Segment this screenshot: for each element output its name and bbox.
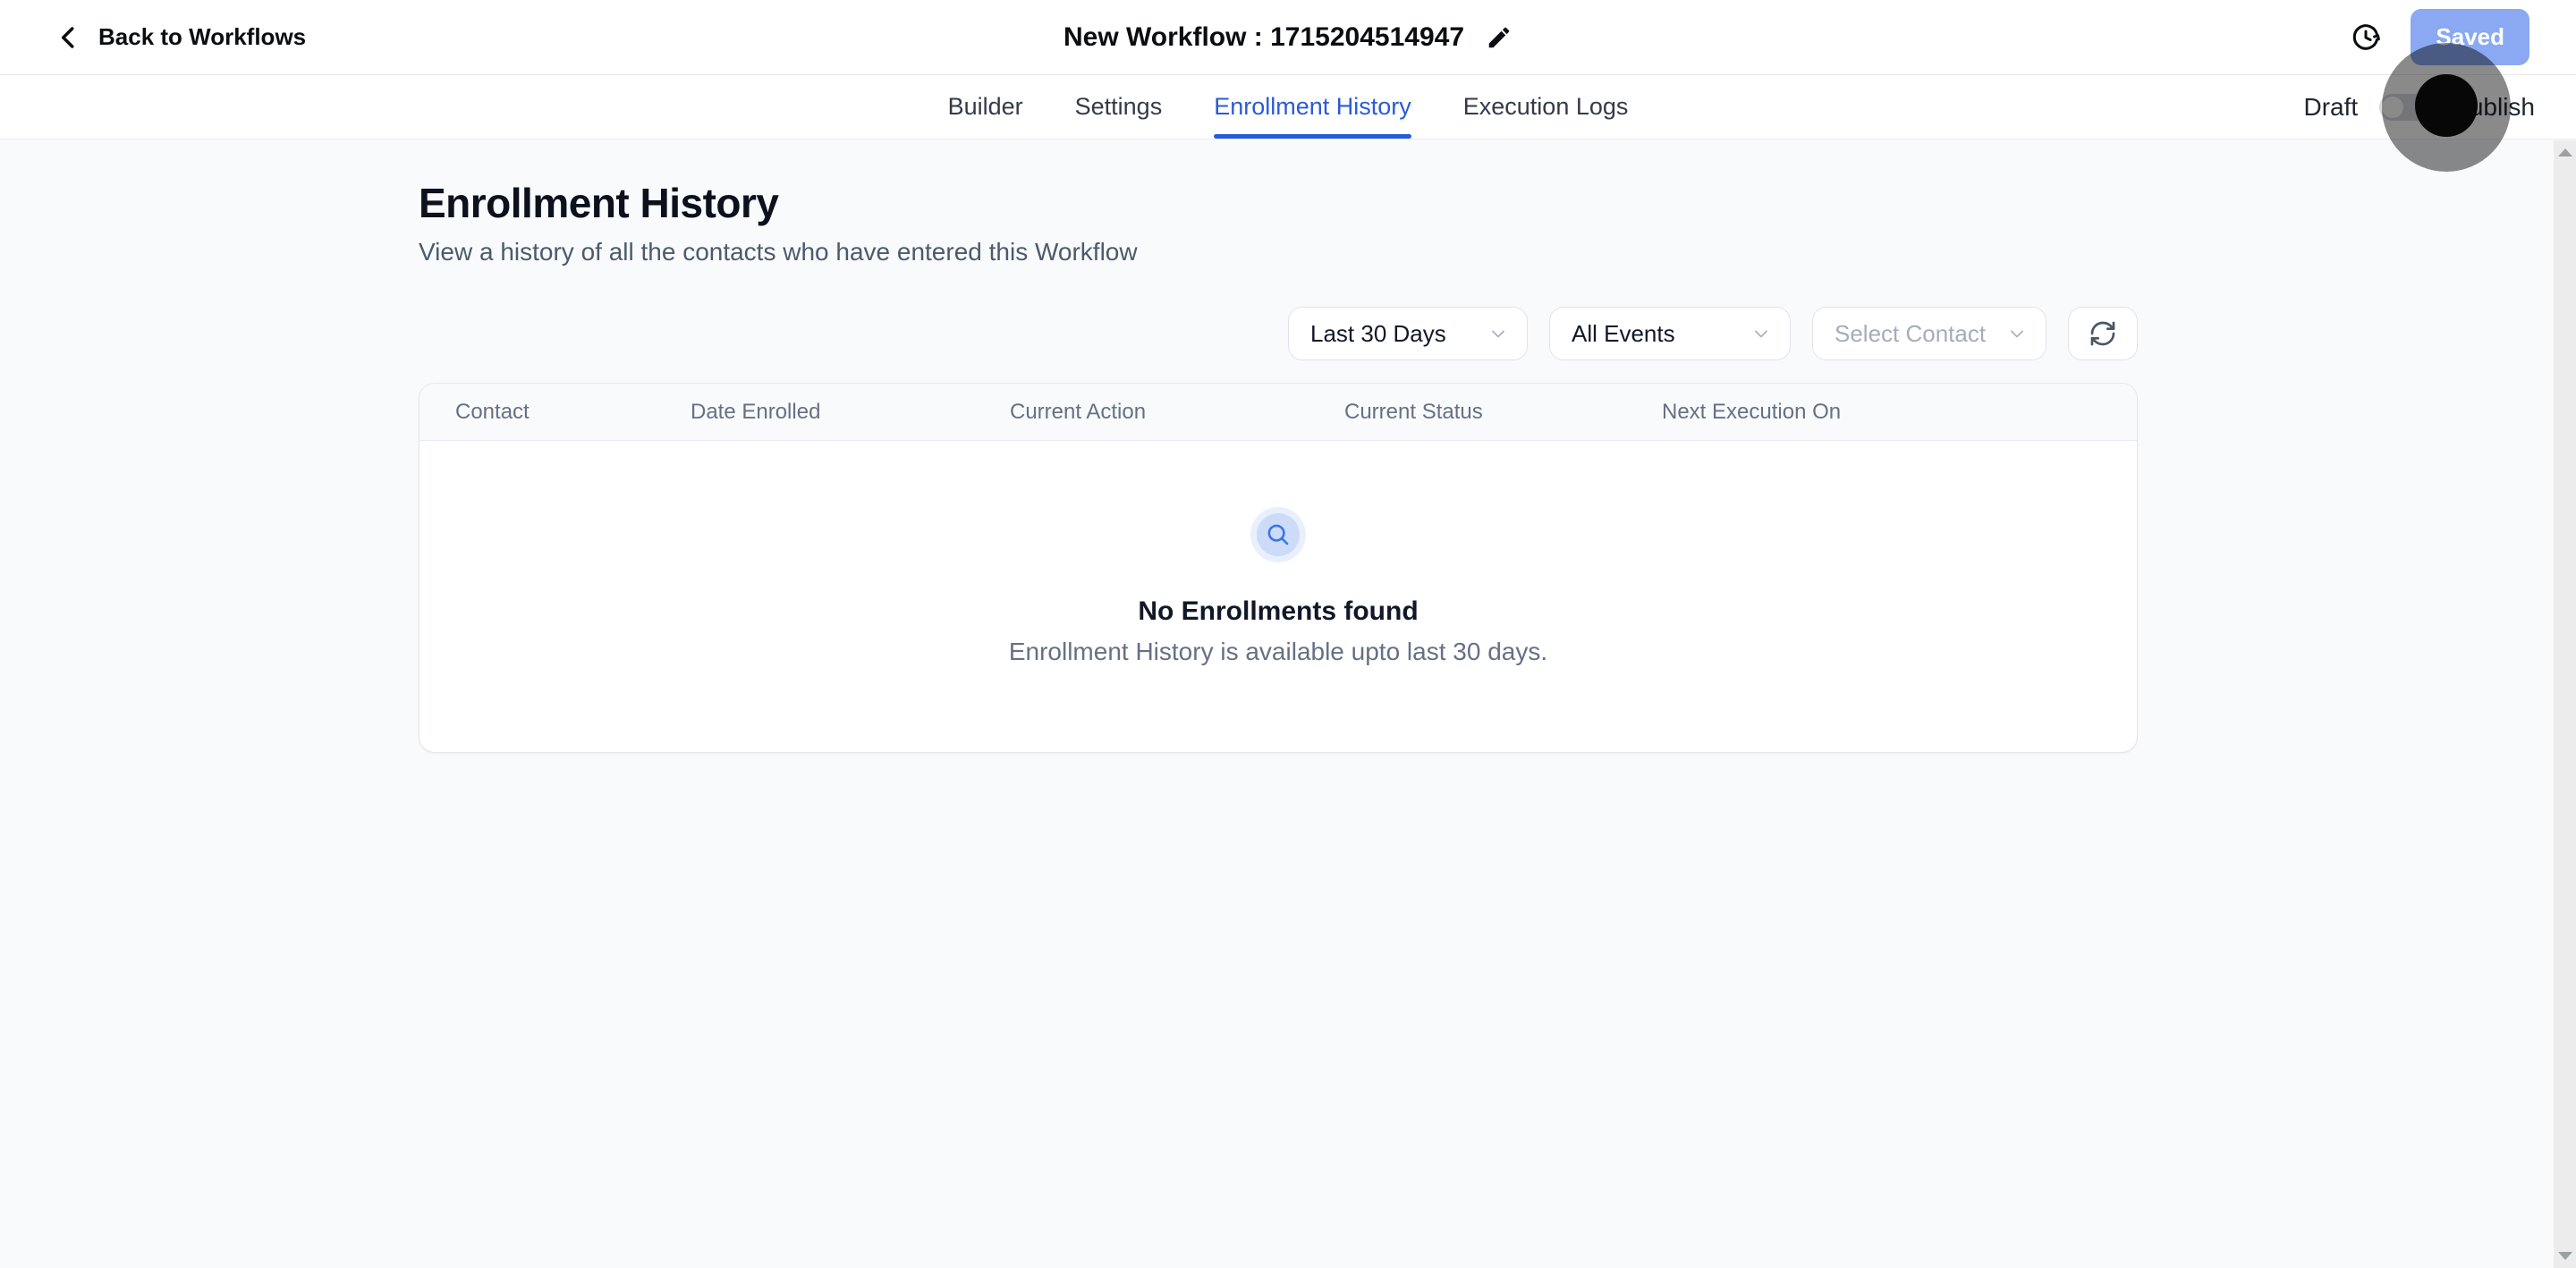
refresh-icon (2089, 319, 2117, 348)
workflow-title: New Workflow : 1715204514947 (1063, 21, 1465, 52)
workflow-title-group: New Workflow : 1715204514947 (1063, 22, 1513, 53)
publish-toggle[interactable] (2379, 93, 2432, 121)
chevron-down-icon (2006, 323, 2028, 344)
publish-toggle-knob (2382, 96, 2404, 118)
pencil-icon (1486, 24, 1513, 51)
refresh-button[interactable] (2068, 307, 2138, 360)
date-range-value: Last 30 Days (1310, 319, 1446, 347)
top-bar: Back to Workflows New Workflow : 1715204… (0, 0, 2576, 75)
column-header-current-action: Current Action (1010, 399, 1147, 424)
back-to-workflows-button[interactable]: Back to Workflows (55, 23, 306, 51)
empty-state: No Enrollments found Enrollment History … (419, 441, 2137, 666)
tab-execution-logs[interactable]: Execution Logs (1463, 75, 1629, 139)
chevron-left-icon (55, 24, 82, 51)
table-header-row: Contact Date Enrolled Current Action Cur… (419, 384, 2137, 441)
scroll-down-arrow[interactable] (2557, 1252, 2572, 1260)
empty-state-subtitle: Enrollment History is available upto las… (1008, 638, 1548, 665)
version-history-button[interactable] (2350, 21, 2382, 54)
event-filter-select[interactable]: All Events (1549, 307, 1791, 360)
edit-title-button[interactable] (1486, 24, 1513, 51)
publish-label: Publish (2453, 92, 2535, 121)
filter-bar: Last 30 Days All Events Select Contact (1288, 307, 2138, 360)
empty-state-icon-bubble-inner (1257, 513, 1300, 556)
topbar-right-group: Saved (2350, 9, 2529, 65)
date-range-select[interactable]: Last 30 Days (1288, 307, 1528, 360)
tab-builder[interactable]: Builder (948, 75, 1023, 139)
contact-select[interactable]: Select Contact (1812, 307, 2046, 360)
page-subtitle: View a history of all the contacts who h… (419, 238, 1138, 266)
tab-bar: Builder Settings Enrollment History Exec… (0, 75, 2576, 139)
column-header-contact: Contact (455, 399, 530, 424)
tab-settings[interactable]: Settings (1075, 75, 1163, 139)
draft-label: Draft (2303, 92, 2359, 121)
search-icon (1265, 521, 1292, 548)
empty-state-icon-bubble (1250, 507, 1306, 562)
history-clock-icon (2350, 21, 2382, 54)
page-title: Enrollment History (419, 180, 779, 226)
chevron-down-icon (1750, 323, 1772, 344)
event-filter-value: All Events (1572, 319, 1675, 347)
column-header-date-enrolled: Date Enrolled (691, 399, 821, 424)
scroll-up-arrow[interactable] (2557, 148, 2572, 156)
chevron-down-icon (1487, 323, 1509, 344)
tab-enrollment-history[interactable]: Enrollment History (1214, 75, 1411, 139)
back-to-workflows-label: Back to Workflows (98, 23, 307, 50)
enrollment-table-card: Contact Date Enrolled Current Action Cur… (419, 383, 2138, 753)
publish-control-group: Draft Publish (2303, 75, 2535, 139)
column-header-current-status: Current Status (1344, 399, 1483, 424)
empty-state-title: No Enrollments found (1138, 596, 1419, 626)
column-header-next-execution: Next Execution On (1662, 399, 1842, 424)
scrollbar-track[interactable] (2554, 140, 2576, 1268)
contact-select-placeholder: Select Contact (1835, 319, 1987, 347)
saved-button[interactable]: Saved (2411, 9, 2529, 65)
